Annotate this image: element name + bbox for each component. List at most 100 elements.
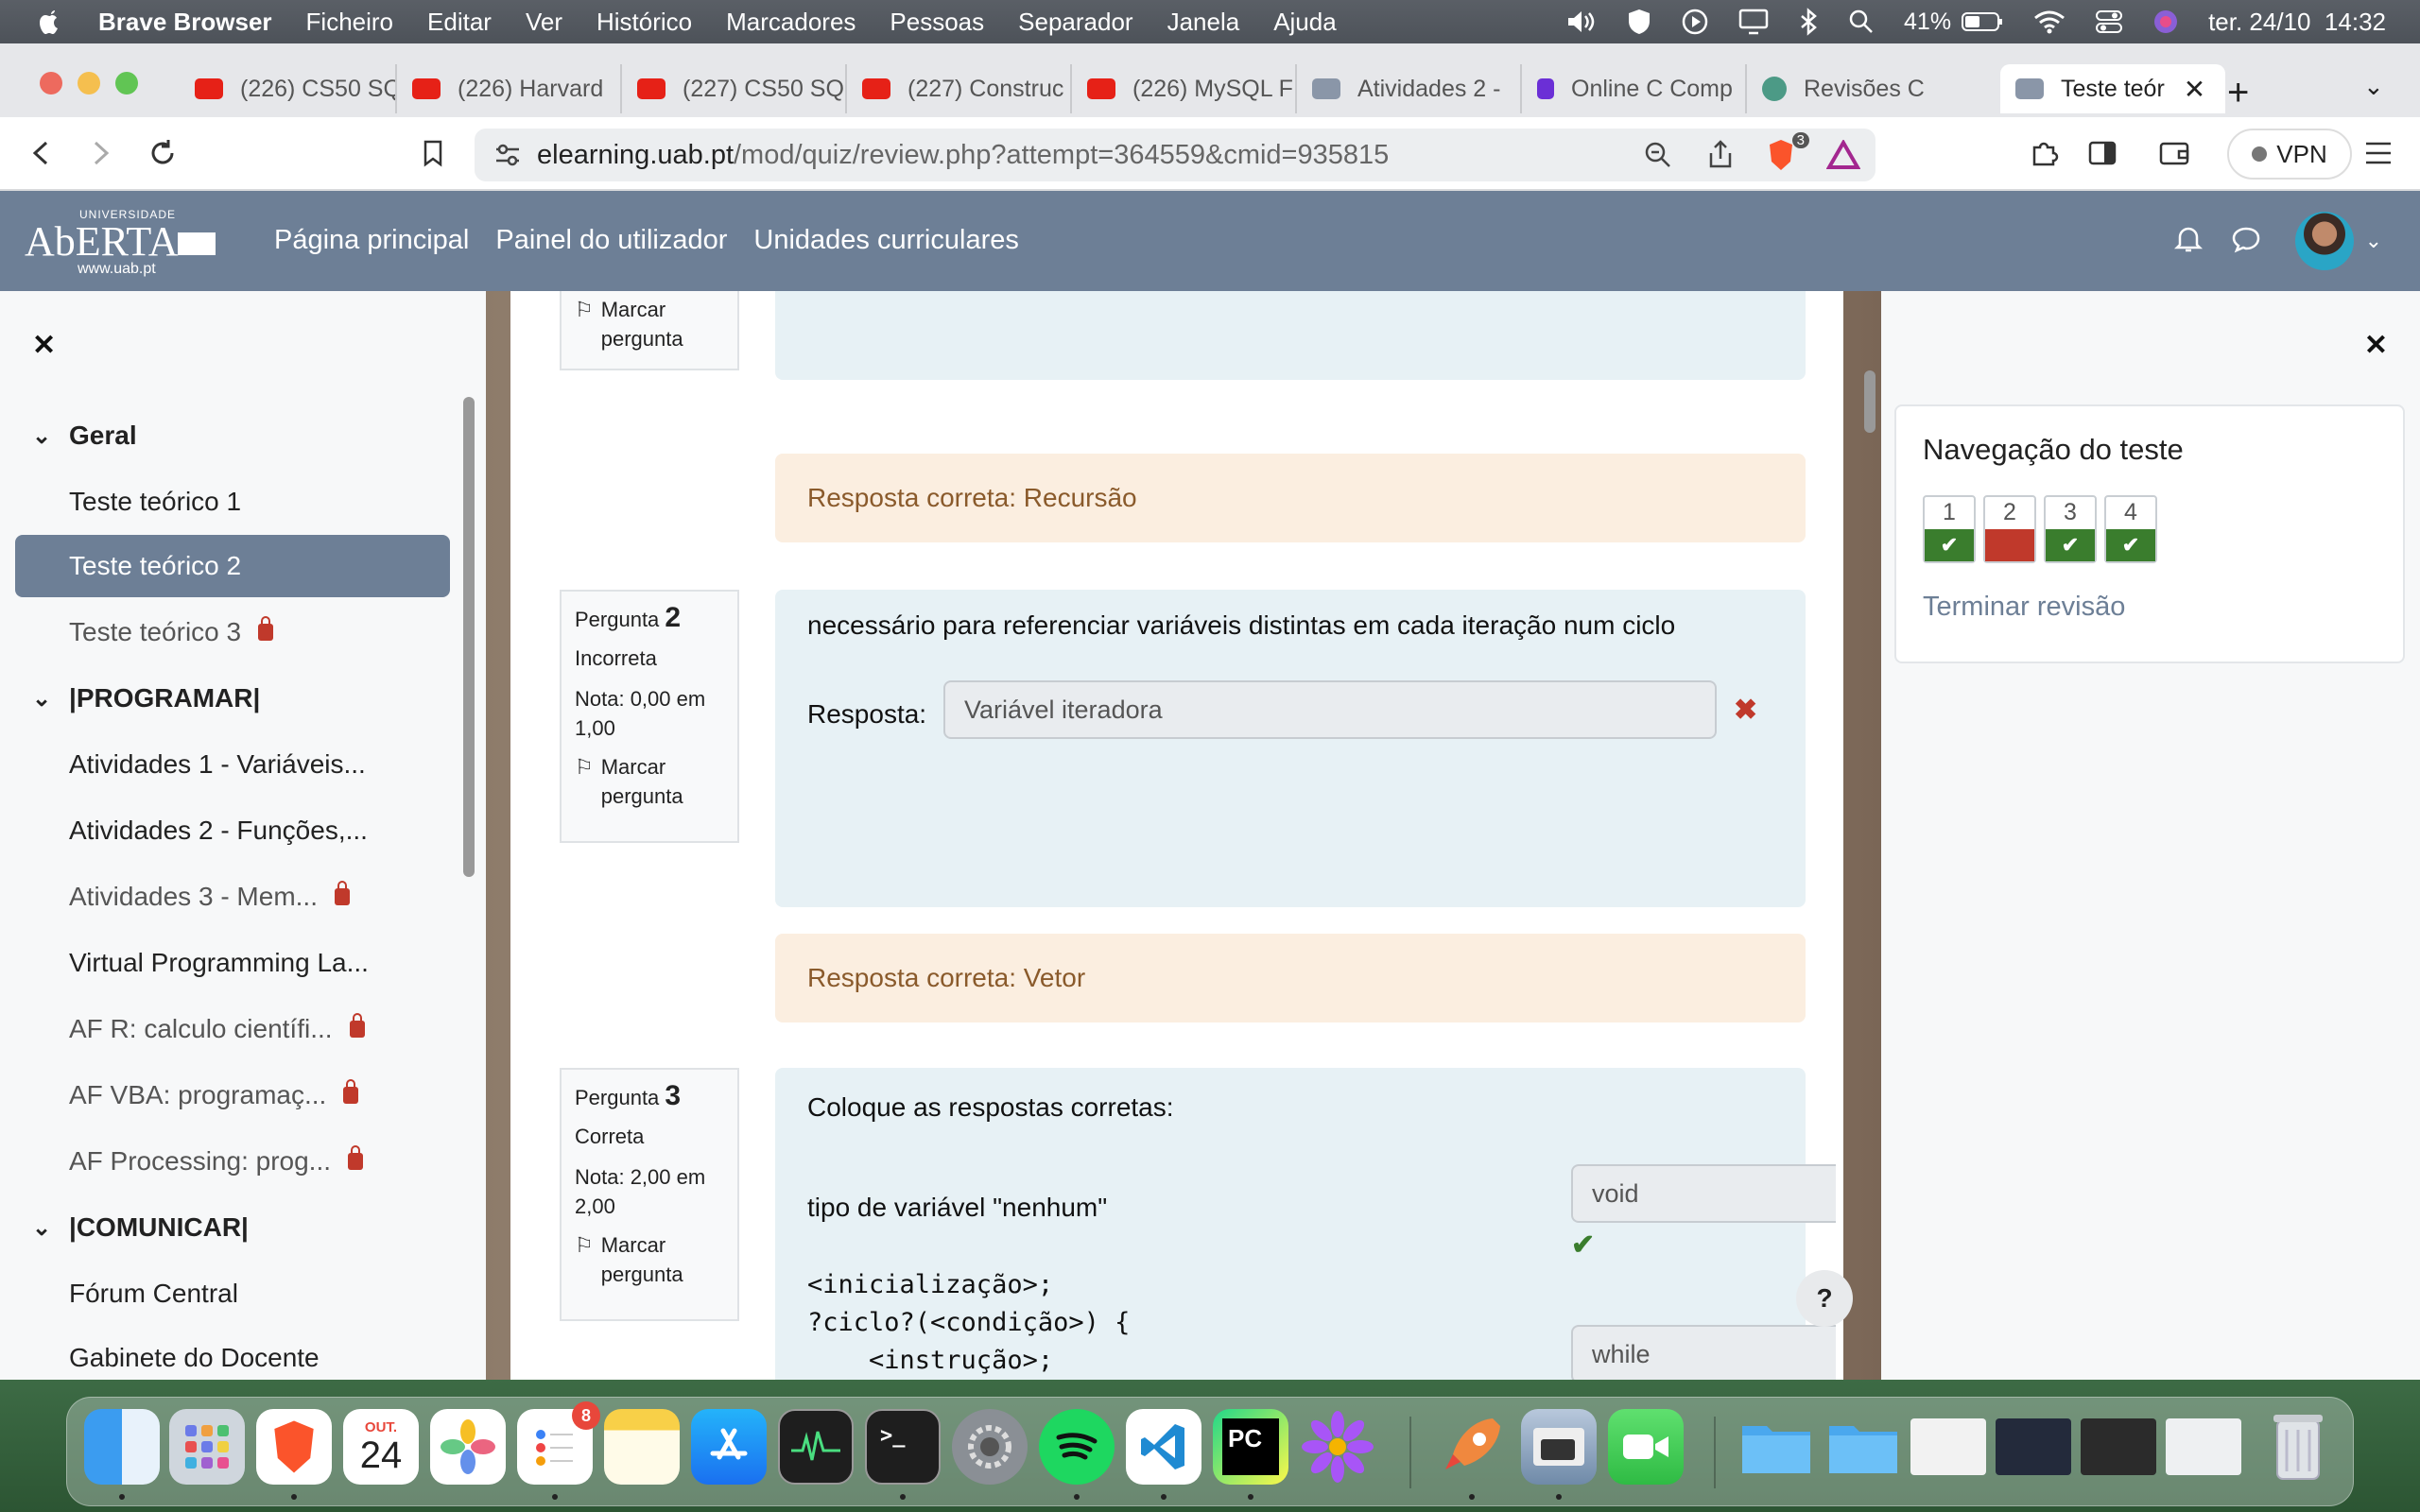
menu-ficheiro[interactable]: Ficheiro [306, 8, 393, 37]
menubar-clock[interactable]: ter. 24/10 14:32 [2208, 8, 2386, 37]
chevron-down-icon[interactable]: ⌄ [32, 685, 51, 713]
display-icon[interactable] [1737, 8, 1770, 36]
menu-janela[interactable]: Janela [1167, 8, 1240, 37]
menu-editar[interactable]: Editar [427, 8, 492, 37]
zoom-out-icon[interactable] [1643, 140, 1673, 170]
window-thumbnail-icon[interactable] [1910, 1418, 1986, 1475]
notifications-bell-icon[interactable] [2173, 224, 2203, 259]
new-tab-button[interactable]: + [2227, 72, 2249, 114]
quiz-nav-button-4[interactable]: 4 ✔ [2104, 495, 2157, 563]
back-button[interactable] [21, 132, 62, 174]
chevron-down-icon[interactable]: ⌄ [32, 422, 51, 450]
terminal-icon[interactable]: >_ [865, 1409, 941, 1485]
browser-tab[interactable]: Atividades 2 - [1297, 64, 1522, 113]
section-geral[interactable]: ⌄ Geral [15, 404, 450, 467]
content-scrollbar[interactable] [1864, 370, 1876, 433]
site-settings-icon[interactable] [493, 142, 522, 168]
section-programar[interactable]: ⌄ |PROGRAMAR| [15, 667, 450, 730]
window-thumbnail-icon[interactable] [1996, 1418, 2071, 1475]
browser-tab-active[interactable]: Teste teór ✕ [2000, 64, 2225, 113]
menu-historico[interactable]: Histórico [596, 8, 692, 37]
search-icon[interactable] [1847, 8, 1876, 36]
browser-tab[interactable]: (226) Harvard [397, 64, 622, 113]
browser-tab[interactable]: Online C Comp [1522, 64, 1747, 113]
close-tab-icon[interactable]: ✕ [2184, 74, 2205, 105]
launchpad-icon[interactable] [169, 1409, 245, 1485]
shield-icon[interactable] [1626, 8, 1652, 36]
brave-rewards-icon[interactable] [1826, 140, 1860, 170]
browser-tab[interactable]: (226) CS50 SQ [180, 64, 397, 113]
answer-dropzone[interactable]: while [1571, 1325, 1836, 1380]
flag-question-button[interactable]: ⚐ Marcar pergunta [575, 1230, 724, 1289]
hamburger-menu-icon[interactable] [2358, 132, 2399, 174]
preview-icon[interactable] [1521, 1409, 1597, 1485]
siri-icon[interactable] [2152, 8, 2180, 36]
pycharm-icon[interactable]: PC [1213, 1409, 1288, 1485]
wifi-icon[interactable] [2032, 9, 2066, 35]
rocket-app-icon[interactable] [1434, 1409, 1510, 1485]
close-drawer-icon[interactable]: ✕ [2364, 329, 2388, 362]
system-settings-icon[interactable] [952, 1409, 1028, 1485]
brave-browser-icon[interactable] [256, 1409, 332, 1485]
course-item[interactable]: Teste teórico 1 [15, 471, 450, 533]
course-item[interactable]: Atividades 2 - Funções,... [15, 799, 450, 862]
calendar-icon[interactable]: OUT. 24 [343, 1409, 419, 1485]
reminders-icon[interactable]: 8 [517, 1401, 600, 1485]
finish-review-link[interactable]: Terminar revisão [1923, 592, 2125, 623]
brave-shields-icon[interactable]: 3 [1766, 132, 1809, 172]
app-store-icon[interactable] [691, 1409, 767, 1485]
browser-tab[interactable]: (226) MySQL F [1072, 64, 1297, 113]
answer-dropzone[interactable]: void [1571, 1164, 1836, 1223]
menu-separador[interactable]: Separador [1018, 8, 1132, 37]
menu-pessoas[interactable]: Pessoas [890, 8, 984, 37]
reload-button[interactable] [142, 132, 183, 174]
finder-icon[interactable] [84, 1409, 160, 1485]
browser-tab[interactable]: (227) CS50 SQ [622, 64, 847, 113]
bluetooth-icon[interactable] [1798, 8, 1819, 36]
folder-icon[interactable] [1738, 1409, 1814, 1485]
vscode-icon[interactable] [1126, 1409, 1201, 1485]
activity-monitor-icon[interactable] [778, 1409, 854, 1485]
window-thumbnail-icon[interactable] [2081, 1418, 2156, 1475]
control-center-icon[interactable] [2095, 9, 2123, 35]
messages-icon[interactable] [2231, 225, 2261, 258]
flag-question-button[interactable]: ⚐ Marcar pergunta [575, 295, 724, 353]
quiz-nav-button-1[interactable]: 1 ✔ [1923, 495, 1976, 563]
play-circle-icon[interactable] [1681, 8, 1709, 36]
course-item[interactable]: Teste teórico 3 [15, 601, 450, 663]
apple-icon[interactable] [36, 8, 64, 36]
tab-list-chevron-icon[interactable]: ⌄ [2363, 72, 2384, 101]
volume-icon[interactable] [1565, 9, 1598, 35]
nav-home-link[interactable]: Página principal [274, 225, 469, 256]
notes-icon[interactable] [604, 1409, 680, 1485]
battery-icon[interactable] [1961, 10, 2004, 33]
zoom-window-button[interactable] [115, 72, 138, 94]
menu-marcadores[interactable]: Marcadores [726, 8, 856, 37]
course-item[interactable]: Virtual Programming La... [15, 932, 450, 994]
vpn-button[interactable]: VPN [2227, 129, 2352, 180]
minimize-window-button[interactable] [78, 72, 100, 94]
sidebar-icon[interactable] [2082, 132, 2123, 174]
section-comunicar[interactable]: ⌄ |COMUNICAR| [15, 1196, 450, 1259]
close-window-button[interactable] [40, 72, 62, 94]
menu-ver[interactable]: Ver [526, 8, 562, 37]
browser-tab[interactable]: (227) Construc [847, 64, 1072, 113]
quiz-nav-button-3[interactable]: 3 ✔ [2044, 495, 2097, 563]
course-item[interactable]: Fórum Central [15, 1263, 450, 1325]
spotify-icon[interactable] [1039, 1409, 1115, 1485]
course-item[interactable]: AF VBA: programaç... [15, 1064, 450, 1126]
uab-logo[interactable]: UNIVERSIDADE AbERTA www.uab.pt [25, 208, 223, 277]
bookmark-icon[interactable] [412, 132, 454, 174]
flower-app-icon[interactable] [1300, 1409, 1375, 1485]
address-bar[interactable]: elearning.uab.pt/mod/quiz/review.php?att… [475, 129, 1876, 181]
flag-question-button[interactable]: ⚐ Marcar pergunta [575, 752, 724, 811]
browser-tab[interactable]: Revisões C [1747, 64, 1972, 113]
menu-app-name[interactable]: Brave Browser [98, 8, 272, 37]
course-item[interactable]: AF R: calculo científi... [15, 998, 450, 1060]
window-thumbnail-icon[interactable] [2166, 1418, 2241, 1475]
nav-dashboard-link[interactable]: Painel do utilizador [495, 225, 727, 256]
menu-ajuda[interactable]: Ajuda [1273, 8, 1337, 37]
share-icon[interactable] [1707, 140, 1734, 170]
quiz-nav-button-2[interactable]: 2 [1983, 495, 2036, 563]
course-item[interactable]: Atividades 3 - Mem... [15, 866, 450, 928]
